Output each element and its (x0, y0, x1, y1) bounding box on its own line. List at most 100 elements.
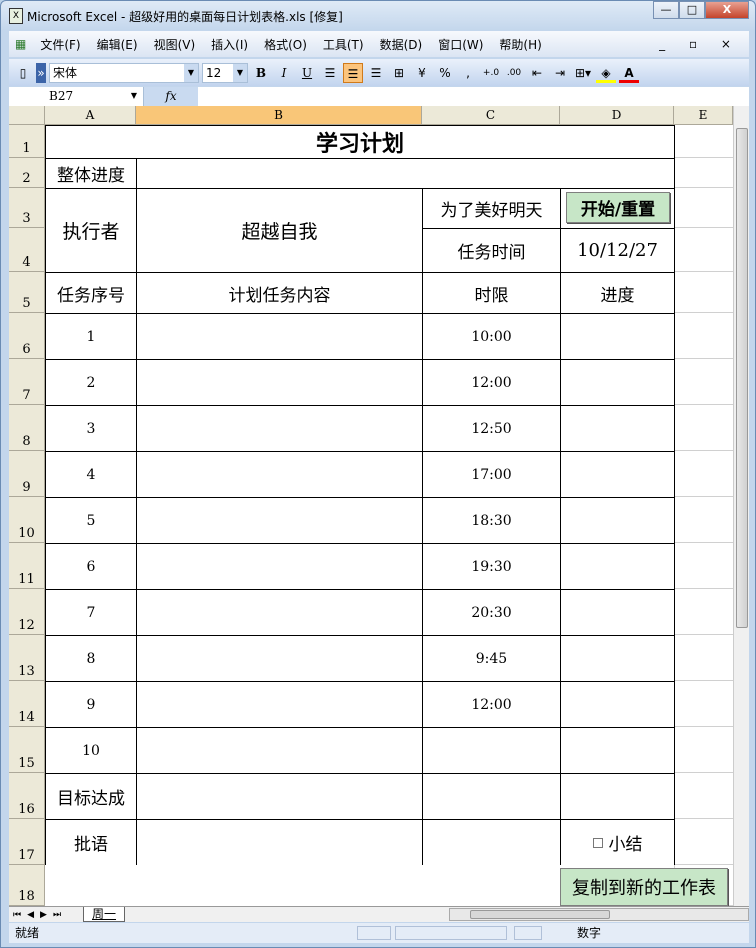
task-content-cell[interactable] (136, 543, 423, 590)
toolbar-options-icon[interactable]: » (36, 62, 46, 83)
column-header-e[interactable]: E (674, 106, 733, 125)
task-time-cell[interactable]: 9:45 (422, 635, 561, 682)
task-content-cell[interactable] (136, 313, 423, 360)
worksheet-grid[interactable]: A B C D E F 123456789101112131415161718 … (9, 106, 749, 906)
row-header-8[interactable]: 8 (9, 405, 45, 451)
font-select[interactable]: 宋体 ▼ (49, 62, 199, 83)
task-progress-cell[interactable] (560, 313, 675, 360)
row-header-6[interactable]: 6 (9, 313, 45, 359)
task-number-cell[interactable]: 10 (45, 727, 137, 774)
row-header-15[interactable]: 15 (9, 727, 45, 773)
menu-file[interactable]: 文件(F) (32, 36, 88, 53)
font-color-button[interactable]: A (619, 63, 639, 83)
row-header-18[interactable]: 18 (9, 865, 45, 906)
executor-value-cell[interactable]: 超越自我 (136, 188, 423, 273)
task-content-cell[interactable] (136, 589, 423, 636)
task-time-cell[interactable]: 12:00 (422, 681, 561, 728)
percent-button[interactable]: % (435, 63, 455, 83)
goal-label-cell[interactable]: 目标达成 (45, 773, 137, 820)
task-progress-cell[interactable] (560, 589, 675, 636)
task-progress-cell[interactable] (560, 359, 675, 406)
formula-input[interactable] (198, 87, 749, 106)
row-header-5[interactable]: 5 (9, 272, 45, 313)
task-time-cell[interactable]: 12:50 (422, 405, 561, 452)
currency-icon[interactable]: ¥ (412, 63, 432, 83)
task-progress-cell[interactable] (560, 543, 675, 590)
new-document-icon[interactable]: ▯ (13, 63, 33, 83)
progress-label-cell[interactable]: 整体进度 (45, 158, 137, 189)
menu-edit[interactable]: 编辑(E) (89, 36, 146, 53)
sheet-tab-monday[interactable]: 周一 (83, 907, 126, 922)
tab-navigation-buttons[interactable]: ⏮◀▶⏭ (13, 907, 67, 923)
task-date-cell[interactable]: 10/12/27 (560, 228, 675, 273)
task-content-cell[interactable] (136, 359, 423, 406)
horizontal-scroll-thumb[interactable] (470, 910, 610, 919)
header-cell[interactable]: 时限 (422, 272, 561, 314)
empty-cell[interactable] (136, 865, 423, 906)
task-progress-cell[interactable] (560, 405, 675, 452)
function-icon[interactable]: fx (144, 87, 198, 106)
task-time-cell[interactable]: 18:30 (422, 497, 561, 544)
maximize-button[interactable]: □ (679, 1, 705, 19)
task-time-cell[interactable]: 12:00 (422, 359, 561, 406)
task-progress-cell[interactable] (560, 497, 675, 544)
task-time-label-cell[interactable]: 任务时间 (422, 228, 561, 273)
goal-c-cell[interactable] (422, 773, 561, 820)
row-header-11[interactable]: 11 (9, 543, 45, 589)
decrease-indent-icon[interactable]: ⇤ (527, 63, 547, 83)
menu-data[interactable]: 数据(D) (372, 36, 431, 53)
menu-view[interactable]: 视图(V) (146, 36, 204, 53)
scroll-thumb[interactable] (736, 128, 748, 628)
empty-cell[interactable] (422, 865, 561, 906)
menu-help[interactable]: 帮助(H) (491, 36, 549, 53)
task-progress-cell[interactable] (560, 681, 675, 728)
menu-insert[interactable]: 插入(I) (203, 36, 256, 53)
decrease-decimal-button[interactable]: .00 (504, 63, 524, 83)
task-number-cell[interactable]: 8 (45, 635, 137, 682)
motto-cell[interactable]: 为了美好明天 (422, 188, 561, 229)
borders-icon[interactable]: ⊞▾ (573, 63, 593, 83)
comment-label-cell[interactable]: 批语 (45, 819, 137, 866)
row-header-9[interactable]: 9 (9, 451, 45, 497)
summary-cell[interactable]: 小结 (560, 819, 675, 866)
task-number-cell[interactable]: 3 (45, 405, 137, 452)
goal-d-cell[interactable] (560, 773, 675, 820)
italic-button[interactable]: I (274, 63, 294, 83)
row-header-10[interactable]: 10 (9, 497, 45, 543)
font-size-select[interactable]: 12 ▼ (202, 62, 248, 83)
summary-checkbox[interactable] (592, 837, 603, 848)
comment-c-cell[interactable] (422, 819, 561, 866)
task-progress-cell[interactable] (560, 635, 675, 682)
vertical-scrollbar[interactable] (733, 106, 749, 906)
row-header-13[interactable]: 13 (9, 635, 45, 681)
task-number-cell[interactable]: 9 (45, 681, 137, 728)
task-number-cell[interactable]: 7 (45, 589, 137, 636)
task-content-cell[interactable] (136, 681, 423, 728)
row-header-12[interactable]: 12 (9, 589, 45, 635)
align-right-icon[interactable]: ☰ (366, 63, 386, 83)
task-time-cell[interactable] (422, 727, 561, 774)
increase-indent-icon[interactable]: ⇥ (550, 63, 570, 83)
row-header-4[interactable]: 4 (9, 228, 45, 272)
row-header-7[interactable]: 7 (9, 359, 45, 405)
task-number-cell[interactable]: 2 (45, 359, 137, 406)
bold-button[interactable]: B (251, 63, 271, 83)
column-header-b[interactable]: B (136, 106, 422, 125)
menu-window[interactable]: 窗口(W) (430, 36, 491, 53)
task-content-cell[interactable] (136, 727, 423, 774)
header-cell[interactable]: 计划任务内容 (136, 272, 423, 314)
align-left-icon[interactable]: ☰ (320, 63, 340, 83)
task-time-cell[interactable]: 17:00 (422, 451, 561, 498)
task-progress-cell[interactable] (560, 451, 675, 498)
empty-cell[interactable] (45, 865, 137, 906)
column-header-d[interactable]: D (560, 106, 674, 125)
header-cell[interactable]: 任务序号 (45, 272, 137, 314)
task-time-cell[interactable]: 20:30 (422, 589, 561, 636)
fill-color-icon[interactable]: ◈ (596, 63, 616, 83)
close-button[interactable]: X (705, 1, 749, 19)
name-box[interactable]: B27 ▼ (9, 87, 144, 106)
copy-to-new-sheet-button[interactable]: 复制到新的工作表 (560, 868, 728, 906)
task-number-cell[interactable]: 4 (45, 451, 137, 498)
start-reset-button[interactable]: 开始/重置 (566, 192, 670, 223)
column-header-c[interactable]: C (422, 106, 560, 125)
